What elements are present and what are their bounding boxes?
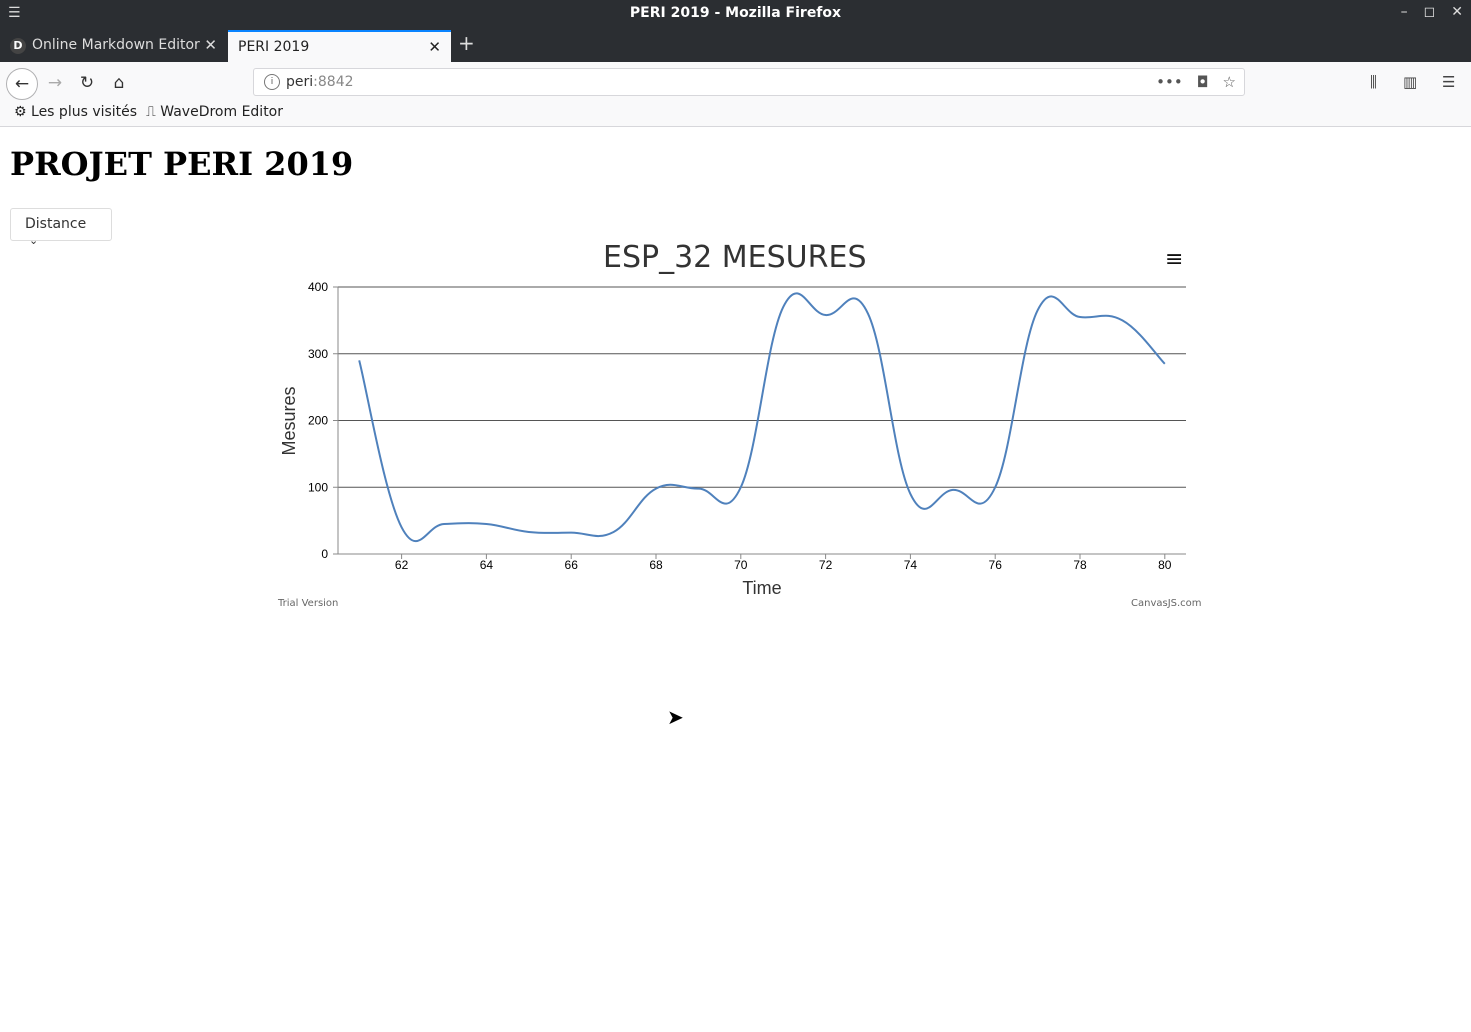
x-tick-label: 68 xyxy=(649,558,663,572)
x-axis-label: Time xyxy=(742,578,781,598)
y-tick-label: 200 xyxy=(308,414,328,428)
y-tick-label: 400 xyxy=(308,280,328,294)
url-text: peri:8842 xyxy=(286,74,354,90)
reload-button[interactable]: ↻ xyxy=(72,68,102,98)
home-button[interactable]: ⌂ xyxy=(104,68,134,98)
app-menu-icon[interactable]: ☰ xyxy=(1442,73,1455,91)
tab-label: PERI 2019 xyxy=(238,39,310,55)
navigation-toolbar: ← → ↻ ⌂ i peri:8842 ••• ◘ ☆ ⫼ ▥ ☰ xyxy=(0,62,1471,102)
page-actions-icon[interactable]: ••• xyxy=(1156,73,1183,91)
line-chart: 0 100 200 300 400 62 64 66 68 70 72 74 76 78 80 Time M… xyxy=(279,280,1186,598)
canvasjs-credit-link[interactable]: CanvasJS.com xyxy=(1131,598,1202,609)
y-tick-label: 100 xyxy=(308,480,328,494)
tab-label: Online Markdown Editor xyxy=(32,37,200,53)
wavedrom-icon: ⎍ xyxy=(146,104,156,120)
mouse-cursor-icon: ➤ xyxy=(667,705,684,729)
tab-peri-2019[interactable]: PERI 2019 ✕ xyxy=(228,30,451,62)
pocket-icon[interactable]: ◘ xyxy=(1197,73,1209,91)
x-tick-label: 66 xyxy=(565,558,579,572)
address-bar[interactable]: i peri:8842 ••• ◘ ☆ xyxy=(253,68,1245,96)
close-tab-icon[interactable]: ✕ xyxy=(204,36,217,54)
close-window-button[interactable]: ✕ xyxy=(1451,4,1463,20)
library-icon[interactable]: ⫼ xyxy=(1370,73,1377,91)
x-tick-label: 80 xyxy=(1158,558,1172,572)
sidebar-icon[interactable]: ▥ xyxy=(1403,73,1417,91)
bookmark-most-visited[interactable]: ⚙ Les plus visités xyxy=(14,104,137,120)
bookmark-star-icon[interactable]: ☆ xyxy=(1223,73,1236,91)
x-tick-label: 72 xyxy=(819,558,833,572)
trial-version-note: Trial Version xyxy=(278,598,339,609)
x-tick-label: 70 xyxy=(734,558,748,572)
page-content: PROJET PERI 2019 Distance ⌄ ESP_32 MESUR… xyxy=(0,127,1471,1032)
new-tab-button[interactable]: + xyxy=(458,31,475,55)
maximize-button[interactable]: ◻ xyxy=(1424,4,1436,20)
y-tick-label: 0 xyxy=(321,547,328,561)
tab-markdown-editor[interactable]: D Online Markdown Editor ✕ xyxy=(0,30,227,62)
close-tab-icon[interactable]: ✕ xyxy=(428,38,441,56)
series-line xyxy=(358,292,1166,543)
y-axis-label: Mesures xyxy=(279,386,299,455)
y-tick-label: 300 xyxy=(308,347,328,361)
forward-button[interactable]: → xyxy=(40,68,70,98)
window-titlebar: ☰ PERI 2019 - Mozilla Firefox – ◻ ✕ xyxy=(0,0,1471,28)
window-title: PERI 2019 - Mozilla Firefox xyxy=(629,5,842,21)
minimize-button[interactable]: – xyxy=(1401,4,1408,20)
gear-icon: ⚙ xyxy=(14,104,27,120)
x-tick-label: 64 xyxy=(480,558,494,572)
x-tick-label: 74 xyxy=(904,558,918,572)
markdown-favicon-icon: D xyxy=(10,38,26,54)
site-info-icon[interactable]: i xyxy=(264,74,280,90)
x-tick-label: 76 xyxy=(989,558,1003,572)
bookmarks-toolbar: ⚙ Les plus visités ⎍ WaveDrom Editor xyxy=(0,102,1471,127)
tab-bar: D Online Markdown Editor ✕ PERI 2019 ✕ + xyxy=(0,28,1471,62)
bookmark-wavedrom[interactable]: ⎍ WaveDrom Editor xyxy=(146,104,283,120)
back-button[interactable]: ← xyxy=(6,68,38,100)
x-tick-label: 62 xyxy=(395,558,409,572)
x-tick-label: 78 xyxy=(1073,558,1087,572)
